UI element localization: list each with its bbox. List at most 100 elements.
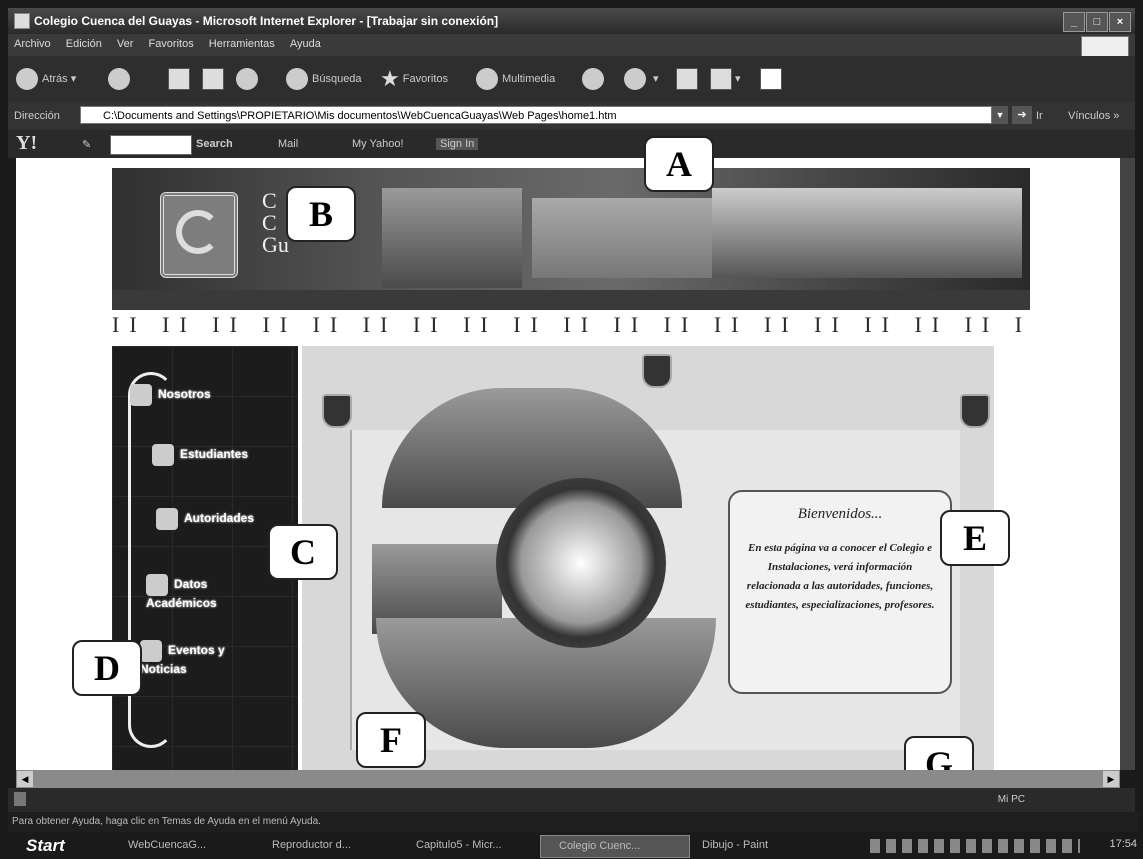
- horizontal-scrollbar[interactable]: ◀ ▶: [16, 770, 1120, 788]
- banner-photo-students: [712, 188, 1022, 278]
- banner-photo-computers: [382, 188, 522, 288]
- banner-strip: [112, 290, 1030, 310]
- note-icon: [760, 68, 782, 91]
- banner-school-name: C C Gu: [262, 188, 289, 257]
- shield-icon: [642, 354, 672, 388]
- refresh-icon: [202, 68, 224, 91]
- yahoo-search-button[interactable]: Search: [196, 138, 233, 150]
- stop-icon: [168, 68, 190, 91]
- pencil-icon[interactable]: ✎: [82, 138, 91, 151]
- web-page-viewport: C C Gu ӀӀ ӀӀ ӀӀ ӀӀ ӀӀ ӀӀ ӀӀ ӀӀ ӀӀ ӀӀ ӀӀ …: [16, 158, 1120, 770]
- title-bar: Colegio Cuenca del Guayas - Microsoft In…: [8, 8, 1135, 34]
- system-tray-icons[interactable]: [870, 839, 1080, 853]
- window-title: Colegio Cuenca del Guayas - Microsoft In…: [34, 14, 499, 28]
- menu-ver[interactable]: Ver: [111, 34, 140, 50]
- status-zone: Mi PC: [997, 794, 1025, 805]
- mail-icon: [624, 68, 646, 91]
- nav-nosotros[interactable]: Nosotros: [130, 384, 211, 406]
- task-reproductor[interactable]: Reproductor d...: [254, 835, 402, 856]
- menu-favoritos[interactable]: Favoritos: [142, 34, 199, 50]
- start-button[interactable]: Start: [6, 834, 65, 857]
- welcome-box: Bienvenidos... En esta página va a conoc…: [728, 490, 952, 694]
- school-logo: [160, 192, 238, 278]
- vertical-scrollbar[interactable]: [1120, 158, 1135, 770]
- task-webcuenca[interactable]: WebCuencaG...: [110, 835, 258, 856]
- sign-in-button[interactable]: Sign In: [436, 138, 479, 150]
- task-colegio-cuenca[interactable]: Colegio Cuenc...: [540, 835, 690, 858]
- menu-ayuda[interactable]: Ayuda: [284, 34, 327, 50]
- history-button[interactable]: [582, 66, 608, 92]
- welcome-text: En esta página va a conocer el Colegio e…: [745, 542, 935, 611]
- welcome-title: Bienvenidos...: [797, 506, 883, 522]
- callout-e: E: [940, 510, 1010, 566]
- yahoo-logo[interactable]: Y!: [16, 132, 37, 155]
- forward-button[interactable]: [108, 66, 134, 92]
- school-badge-icon: [156, 508, 178, 530]
- favorites-button[interactable]: ★ Favoritos: [380, 66, 448, 92]
- school-badge-icon: [130, 384, 152, 406]
- task-paint[interactable]: Dibujo - Paint: [684, 835, 832, 856]
- photo-circle: [496, 478, 666, 648]
- ornament-row: ӀӀ ӀӀ ӀӀ ӀӀ ӀӀ ӀӀ ӀӀ ӀӀ ӀӀ ӀӀ ӀӀ ӀӀ ӀӀ Ӏ…: [112, 312, 1030, 337]
- history-icon: [582, 68, 604, 91]
- banner-photo-building: [532, 198, 712, 278]
- address-input[interactable]: C:\Documents and Settings\PROPIETARIO\Mi…: [80, 106, 992, 124]
- task-capitulo5[interactable]: Capitulo5 - Micr...: [398, 835, 546, 856]
- minimize-button[interactable]: _: [1063, 12, 1085, 32]
- go-button[interactable]: ➔: [1012, 106, 1032, 124]
- help-tip: Para obtener Ayuda, haga clic en Temas d…: [8, 812, 1139, 832]
- nav-eventos-noticias[interactable]: Eventos y Noticias: [140, 640, 260, 676]
- nav-estudiantes[interactable]: Estudiantes: [152, 444, 248, 466]
- search-icon: [286, 68, 308, 91]
- address-label: Dirección: [14, 110, 60, 122]
- print-icon: [676, 68, 698, 91]
- nav-datos-academicos[interactable]: Datos Académicos: [146, 574, 276, 610]
- scroll-left-button[interactable]: ◀: [17, 771, 33, 787]
- search-button[interactable]: Búsqueda: [286, 66, 362, 92]
- callout-a: A: [644, 136, 714, 192]
- menu-bar: Archivo Edición Ver Favoritos Herramient…: [8, 34, 1135, 60]
- mail-button[interactable]: ▾: [624, 66, 659, 92]
- toolbar: Atrás ▾ Búsqueda ★ Favoritos Multimedia …: [8, 56, 1135, 102]
- discuss-button[interactable]: [760, 66, 782, 92]
- address-bar: Dirección C:\Documents and Settings\PROP…: [8, 102, 1135, 130]
- edit-icon: [710, 68, 732, 91]
- star-icon: ★: [380, 66, 400, 92]
- yahoo-mail-button[interactable]: Mail: [278, 138, 298, 150]
- callout-c: C: [268, 524, 338, 580]
- site-banner: C C Gu: [112, 168, 1030, 310]
- home-button[interactable]: [236, 66, 262, 92]
- callout-f: F: [356, 712, 426, 768]
- close-button[interactable]: ×: [1109, 12, 1131, 32]
- school-badge-icon: [140, 640, 162, 662]
- my-yahoo-button[interactable]: My Yahoo!: [352, 138, 404, 150]
- home-icon: [236, 68, 258, 91]
- status-bar: Mi PC: [8, 788, 1135, 812]
- scroll-right-button[interactable]: ▶: [1103, 771, 1119, 787]
- edit-button[interactable]: ▾: [710, 66, 741, 92]
- school-badge-icon: [146, 574, 168, 596]
- menu-herramientas[interactable]: Herramientas: [203, 34, 281, 50]
- menu-archivo[interactable]: Archivo: [8, 34, 57, 50]
- back-button[interactable]: Atrás ▾: [16, 66, 76, 92]
- print-button[interactable]: [676, 66, 698, 92]
- page-icon: [14, 792, 26, 806]
- back-arrow-icon: [16, 68, 38, 91]
- maximize-button[interactable]: □: [1086, 12, 1108, 32]
- menu-edicion[interactable]: Edición: [60, 34, 108, 50]
- address-dropdown[interactable]: ▼: [992, 106, 1008, 124]
- multimedia-button[interactable]: Multimedia: [476, 66, 555, 92]
- refresh-button[interactable]: [202, 66, 224, 92]
- shield-icon: [960, 394, 990, 428]
- callout-d: D: [72, 640, 142, 696]
- yahoo-search-input[interactable]: [110, 135, 192, 155]
- school-badge-icon: [152, 444, 174, 466]
- nav-autoridades[interactable]: Autoridades: [156, 508, 254, 530]
- forward-arrow-icon: [108, 68, 130, 91]
- ie-icon: [14, 13, 30, 29]
- callout-b: B: [286, 186, 356, 242]
- stop-button[interactable]: [168, 66, 190, 92]
- go-label[interactable]: Ir: [1036, 110, 1043, 122]
- links-button[interactable]: Vínculos »: [1068, 110, 1119, 122]
- shield-icon: [322, 394, 352, 428]
